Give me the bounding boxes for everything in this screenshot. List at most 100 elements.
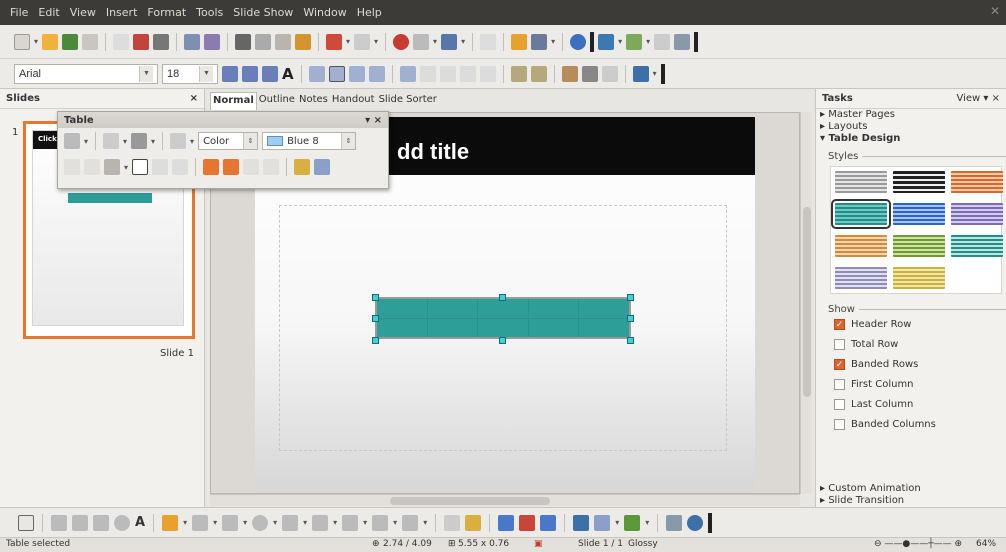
align-right-icon[interactable]: [348, 65, 365, 82]
table-cell[interactable]: [528, 318, 579, 337]
align-top-icon[interactable]: [132, 159, 149, 175]
chevron-down-icon[interactable]: ▼: [139, 65, 153, 82]
resize-handle[interactable]: [627, 315, 634, 322]
table-cell[interactable]: [478, 299, 528, 318]
insert-column-icon[interactable]: [223, 159, 240, 175]
undo-icon[interactable]: [326, 33, 343, 50]
helplines-icon[interactable]: [480, 33, 497, 50]
slide-layout-icon[interactable]: [626, 33, 643, 50]
new-document-icon[interactable]: [14, 33, 30, 50]
email-icon[interactable]: [82, 33, 99, 50]
open-icon[interactable]: [42, 33, 59, 50]
justify-icon[interactable]: [368, 65, 385, 82]
callouts-icon[interactable]: [372, 514, 389, 531]
document-modified-icon[interactable]: ▣: [534, 539, 543, 549]
block-arrows-icon[interactable]: [312, 514, 329, 531]
text-icon[interactable]: A: [135, 515, 145, 530]
chevron-down-icon[interactable]: ⇕: [243, 133, 258, 149]
split-cells-icon[interactable]: [84, 159, 100, 175]
window-close-icon[interactable]: ✕: [990, 4, 1000, 18]
task-slide-transition[interactable]: ▸ Slide Transition: [816, 495, 1006, 507]
fill-color-select[interactable]: Blue 8 ⇕: [262, 132, 357, 150]
line-color-icon[interactable]: [131, 133, 148, 149]
clone-formatting-icon[interactable]: [295, 33, 312, 50]
help-icon[interactable]: [570, 33, 587, 50]
close-icon[interactable]: ×: [190, 93, 198, 104]
toolbar-grip-2[interactable]: [694, 31, 699, 52]
menu-view[interactable]: View: [70, 6, 96, 19]
task-layouts[interactable]: ▸ Layouts: [816, 121, 1006, 133]
area-style-select[interactable]: Color ⇕: [198, 132, 259, 150]
points-icon[interactable]: [444, 514, 461, 531]
fontwork-gallery-icon[interactable]: [498, 514, 515, 531]
optimize-icon[interactable]: [104, 159, 120, 175]
ellipse-icon[interactable]: [114, 514, 130, 531]
slide-table[interactable]: [375, 297, 631, 339]
table-design-icon[interactable]: [294, 159, 311, 175]
table-icon[interactable]: [413, 33, 430, 50]
table-properties-icon[interactable]: [314, 159, 331, 175]
cut-icon[interactable]: [235, 33, 252, 50]
fontwork-icon[interactable]: [561, 65, 578, 82]
zoom-value[interactable]: 64%: [976, 539, 996, 549]
highlight-icon[interactable]: [632, 65, 649, 82]
scrollbar-thumb[interactable]: [390, 497, 550, 505]
tab-handout[interactable]: Handout: [330, 92, 377, 110]
arrow-line-icon[interactable]: [72, 514, 88, 531]
copy-icon[interactable]: [255, 33, 272, 50]
character-icon[interactable]: [510, 65, 527, 82]
menu-tools[interactable]: Tools: [196, 6, 223, 19]
slide-title[interactable]: dd title: [397, 139, 469, 165]
move-up-icon[interactable]: [459, 65, 476, 82]
flowchart-icon[interactable]: [342, 514, 359, 531]
resize-handle[interactable]: [499, 294, 506, 301]
toolbar-grip[interactable]: [590, 31, 595, 52]
table-cell[interactable]: [377, 299, 427, 318]
ruler-icon[interactable]: [601, 65, 618, 82]
table-style-option[interactable]: [951, 171, 1003, 193]
promote-icon[interactable]: [419, 65, 436, 82]
tab-normal[interactable]: Normal: [210, 92, 257, 110]
view-menu-button[interactable]: View ▾ ×: [957, 93, 1001, 104]
table-style-option-selected[interactable]: [831, 199, 891, 229]
border-style-icon[interactable]: [103, 133, 120, 149]
basic-shapes-icon[interactable]: [252, 514, 269, 531]
toolbar-close-icon[interactable]: ▾ ×: [365, 115, 382, 126]
hyperlink-icon[interactable]: [581, 65, 598, 82]
symbol-shapes-icon[interactable]: [282, 514, 299, 531]
autospellcheck-icon[interactable]: [204, 33, 221, 50]
chevron-down-icon[interactable]: ▼: [199, 65, 213, 82]
menu-edit[interactable]: Edit: [38, 6, 59, 19]
table-cell[interactable]: [377, 318, 427, 337]
font-size-box[interactable]: 18 ▼: [162, 63, 218, 84]
curve-icon[interactable]: [162, 514, 179, 531]
lines-arrows-icon[interactable]: [222, 514, 239, 531]
menu-window[interactable]: Window: [303, 6, 346, 19]
menu-insert[interactable]: Insert: [106, 6, 138, 19]
table-toolbar-titlebar[interactable]: Table ▾ ×: [58, 112, 388, 128]
table-style-option[interactable]: [835, 171, 887, 193]
checkbox-checked[interactable]: ✓: [834, 359, 845, 370]
option-banded-rows[interactable]: ✓ Banded Rows: [834, 359, 1006, 370]
resize-handle[interactable]: [372, 294, 379, 301]
resize-handle[interactable]: [627, 337, 634, 344]
align-bottom-icon[interactable]: [172, 159, 189, 175]
slide-show-icon[interactable]: [674, 33, 691, 50]
tab-notes[interactable]: Notes: [297, 92, 330, 110]
arrange-icon[interactable]: [624, 514, 641, 531]
underline-icon[interactable]: [262, 65, 278, 82]
task-master-pages[interactable]: ▸ Master Pages: [816, 109, 1006, 121]
table-style-option[interactable]: [835, 235, 887, 257]
move-down-icon[interactable]: [479, 65, 496, 82]
navigator-icon[interactable]: [511, 33, 528, 50]
line-icon[interactable]: [51, 514, 67, 531]
resize-handle[interactable]: [372, 315, 379, 322]
menu-file[interactable]: File: [10, 6, 28, 19]
tab-outline[interactable]: Outline: [257, 92, 297, 110]
select-icon[interactable]: [18, 514, 34, 531]
insert-row-icon[interactable]: [203, 159, 220, 175]
tab-slide-sorter[interactable]: Slide Sorter: [377, 92, 439, 110]
bullets-icon[interactable]: [399, 65, 416, 82]
decrease-font-icon[interactable]: [242, 65, 258, 82]
center-vertical-icon[interactable]: [152, 159, 169, 175]
